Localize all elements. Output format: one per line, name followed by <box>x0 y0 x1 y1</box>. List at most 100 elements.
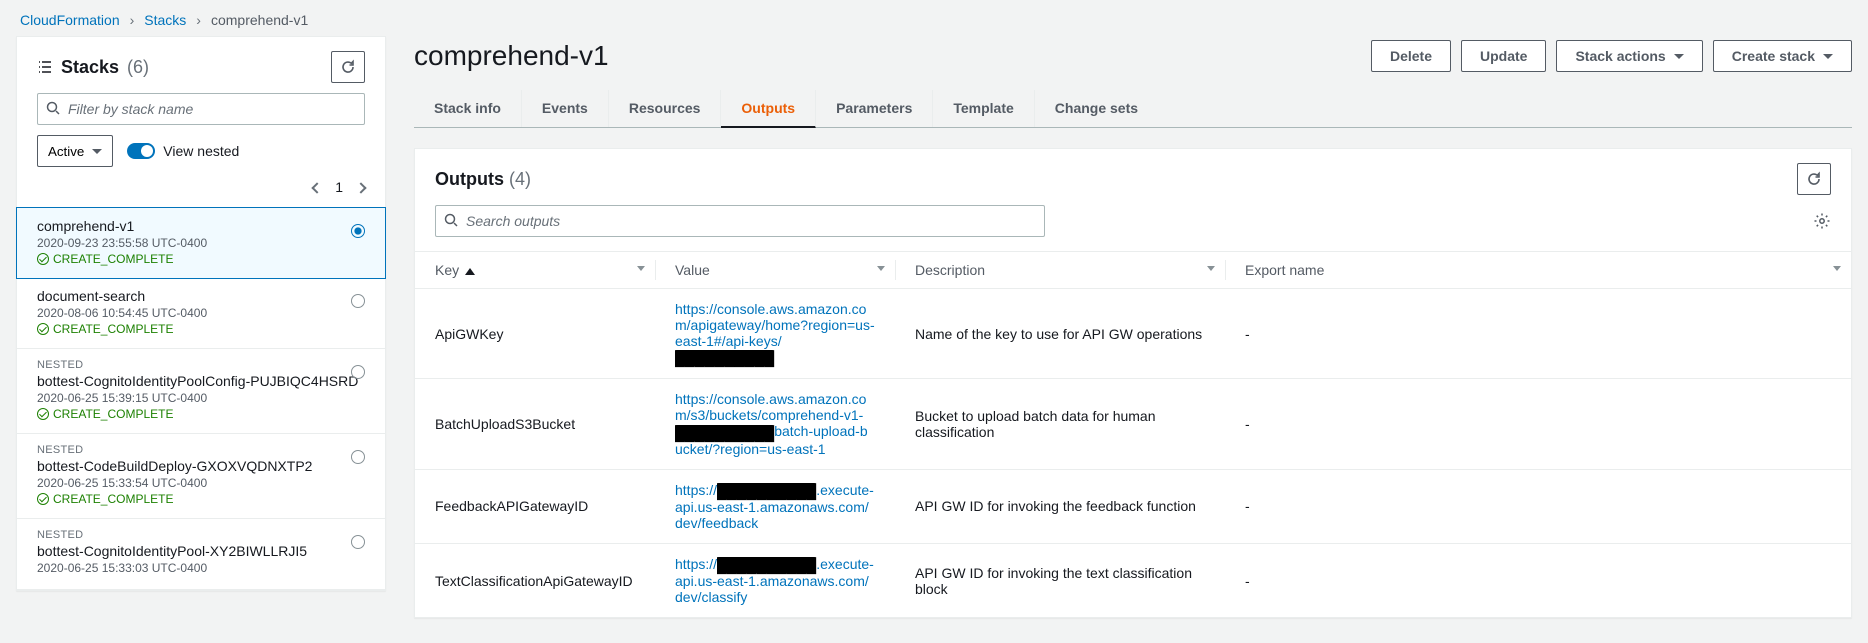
output-export-name: - <box>1225 469 1851 543</box>
update-button[interactable]: Update <box>1461 40 1546 72</box>
pager-next[interactable] <box>357 179 365 195</box>
refresh-stacks-button[interactable] <box>331 51 365 83</box>
stack-radio[interactable] <box>351 535 365 549</box>
output-value-link[interactable]: https://console.aws.amazon.com/apigatewa… <box>675 301 875 365</box>
stack-radio[interactable] <box>351 450 365 464</box>
breadcrumb-root[interactable]: CloudFormation <box>20 12 120 28</box>
filter-stacks-input[interactable] <box>37 93 365 125</box>
stack-status: CREATE_COMPLETE <box>37 407 365 421</box>
status-filter-label: Active <box>48 144 84 159</box>
output-description: API GW ID for invoking the text classifi… <box>895 543 1225 617</box>
outputs-title: Outputs <box>435 169 504 189</box>
stack-radio[interactable] <box>351 294 365 308</box>
table-row: FeedbackAPIGatewayIDhttps://██████████.e… <box>415 469 1851 543</box>
view-nested-toggle[interactable]: View nested <box>127 143 239 159</box>
table-row: BatchUploadS3Bucket https://console.aws.a… <box>415 379 1851 469</box>
view-nested-label: View nested <box>163 143 239 159</box>
output-value: https://██████████.execute-api.us-east-1… <box>655 543 895 617</box>
nested-tag: NESTED <box>37 444 365 456</box>
output-description: Name of the key to use for API GW operat… <box>895 289 1225 379</box>
stacks-pager: 1 <box>17 175 385 207</box>
breadcrumb-stacks[interactable]: Stacks <box>144 12 186 28</box>
stack-list-item[interactable]: NESTEDbottest-CognitoIdentityPool-XY2BIW… <box>17 519 385 590</box>
stack-list-item[interactable]: NESTED bottest-CognitoIdentityPoolConfig-… <box>17 349 385 434</box>
chevron-right-icon <box>355 182 366 193</box>
main-actions: Delete Update Stack actions Create stack <box>1371 40 1852 72</box>
output-value: https://console.aws.amazon.com/apigatewa… <box>655 289 895 379</box>
output-key: TextClassificationApiGatewayID <box>415 543 655 617</box>
stack-name: comprehend-v1 <box>37 218 365 234</box>
output-key: BatchUploadS3Bucket <box>415 379 655 469</box>
stack-list-item[interactable]: NESTEDbottest-CodeBuildDeploy-GXOXVQDNXT… <box>17 434 385 519</box>
sort-menu-icon <box>1207 266 1215 271</box>
col-export-name[interactable]: Export name <box>1225 252 1851 289</box>
table-settings-button[interactable] <box>1813 212 1831 230</box>
stack-list-item[interactable]: comprehend-v12020-09-23 23:55:58 UTC-040… <box>16 207 386 279</box>
sort-asc-icon <box>465 268 475 275</box>
success-icon <box>37 323 49 335</box>
col-value[interactable]: Value <box>655 252 895 289</box>
table-row: ApiGWKey https://console.aws.amazon.com/a… <box>415 289 1851 379</box>
stack-name: bottest-CognitoIdentityPoolConfig-PUJBIQ… <box>37 373 365 389</box>
stack-actions-label: Stack actions <box>1575 48 1665 64</box>
stack-status: CREATE_COMPLETE <box>37 492 365 506</box>
success-icon <box>37 253 49 265</box>
output-value-link[interactable]: https://██████████.execute-api.us-east-1… <box>675 556 874 605</box>
stack-radio[interactable] <box>351 365 365 379</box>
caret-down-icon <box>1674 54 1684 59</box>
tab-parameters[interactable]: Parameters <box>816 90 933 127</box>
stack-name: document-search <box>37 288 365 304</box>
stack-radio[interactable] <box>351 224 365 238</box>
stack-date: 2020-08-06 10:54:45 UTC-0400 <box>37 306 365 320</box>
tab-template[interactable]: Template <box>933 90 1034 127</box>
stack-date: 2020-06-25 15:33:03 UTC-0400 <box>37 561 365 575</box>
output-value-link[interactable]: https://console.aws.amazon.com/s3/bucket… <box>675 391 868 456</box>
sort-menu-icon <box>1833 266 1841 271</box>
gear-icon <box>1813 212 1831 230</box>
stack-list: comprehend-v12020-09-23 23:55:58 UTC-040… <box>17 207 385 590</box>
pager-prev[interactable] <box>313 179 321 195</box>
tab-resources[interactable]: Resources <box>609 90 722 127</box>
stack-status: CREATE_COMPLETE <box>37 252 365 266</box>
output-value-link[interactable]: https://██████████.execute-api.us-east-1… <box>675 482 874 531</box>
stack-list-item[interactable]: document-search 2020-08-06 10:54:45 UTC-0… <box>17 278 385 349</box>
stacks-title: Stacks <box>61 57 119 78</box>
delete-button[interactable]: Delete <box>1371 40 1451 72</box>
col-description[interactable]: Description <box>895 252 1225 289</box>
status-filter-dropdown[interactable]: Active <box>37 135 113 167</box>
refresh-icon <box>340 59 356 75</box>
breadcrumb: CloudFormation › Stacks › comprehend-v1 <box>0 0 1868 36</box>
output-value: https://console.aws.amazon.com/s3/bucket… <box>655 379 895 469</box>
col-key[interactable]: Key <box>415 252 655 289</box>
tab-stack-info[interactable]: Stack info <box>414 90 522 127</box>
caret-down-icon <box>92 149 102 154</box>
stack-name: bottest-CognitoIdentityPool-XY2BIWLLRJI5 <box>37 543 365 559</box>
detail-tabs: Stack infoEventsResourcesOutputsParamete… <box>414 90 1852 128</box>
breadcrumb-current: comprehend-v1 <box>211 12 308 28</box>
caret-down-icon <box>1823 54 1833 59</box>
stack-status: CREATE_COMPLETE <box>37 322 365 336</box>
table-row: TextClassificationApiGatewayID https://██… <box>415 543 1851 617</box>
refresh-icon <box>1806 171 1822 187</box>
output-export-name: - <box>1225 543 1851 617</box>
nested-tag: NESTED <box>37 359 365 371</box>
create-stack-dropdown[interactable]: Create stack <box>1713 40 1852 72</box>
output-export-name: - <box>1225 289 1851 379</box>
output-value: https://██████████.execute-api.us-east-1… <box>655 469 895 543</box>
toggle-on-icon <box>127 143 155 159</box>
breadcrumb-sep-icon: › <box>130 12 135 28</box>
stack-actions-dropdown[interactable]: Stack actions <box>1556 40 1702 72</box>
stacks-heading: Stacks (6) <box>37 57 149 78</box>
create-stack-label: Create stack <box>1732 48 1815 64</box>
tab-outputs[interactable]: Outputs <box>721 90 816 128</box>
success-icon <box>37 408 49 420</box>
search-icon <box>45 100 61 116</box>
page-title: comprehend-v1 <box>414 40 609 72</box>
search-outputs-input[interactable] <box>435 205 1045 237</box>
refresh-outputs-button[interactable] <box>1797 163 1831 195</box>
tab-change-sets[interactable]: Change sets <box>1035 90 1158 127</box>
tab-events[interactable]: Events <box>522 90 609 127</box>
output-key: ApiGWKey <box>415 289 655 379</box>
outputs-panel: Outputs (4) <box>414 148 1852 618</box>
success-icon <box>37 493 49 505</box>
